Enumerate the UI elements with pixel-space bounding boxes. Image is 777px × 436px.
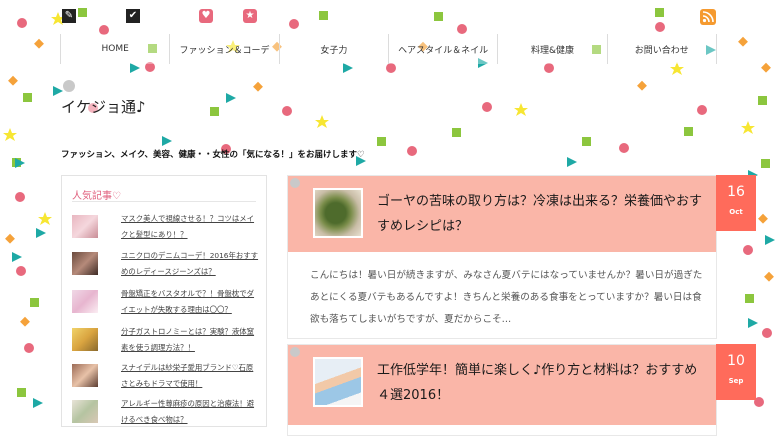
date-month: Sep [728,377,744,385]
post-date-badge: 10 Sep [716,344,756,400]
post-link[interactable]: アレルギー性蕁麻疹の原因と治療法！避けるべき食べ物は？ [121,396,259,426]
date-day: 10 [727,353,745,369]
post-date-badge: 16 Oct [716,175,756,231]
post-link[interactable]: 骨盤矯正をバスタオルで？！骨盤枕でダイエットが失敗する理由は〇〇？ [121,286,259,318]
nav-item-home[interactable]: HOME [60,34,170,64]
post-thumbnail[interactable] [313,357,363,407]
list-item[interactable]: スナイデルは紗栄子愛用ブランド♡石原さとみもドラマで使用！ [72,360,262,394]
rss-icon[interactable] [700,9,716,25]
post-title[interactable]: 工作低学年！簡単に楽しく♪作り方と材料は？おすすめ４選2016！ [377,358,707,408]
widget-title: 人気記事♡ [72,191,121,202]
post-thumbnail[interactable] [313,188,363,238]
nav-item-contact[interactable]: お問い合わせ [606,34,717,64]
post-thumbnail [72,364,98,387]
site-tagline: ファッション、メイク、美容、健康・・女性の「気になる！」をお届けします♡ [61,150,365,160]
post-excerpt: こんにちは！暑い日が続きますが、みなさん夏バテにはなっていませんか？暑い日が過ぎ… [310,270,703,325]
date-month: Oct [729,208,743,216]
list-item[interactable]: ユニクロのデニムコーデ！2016年おすすめのレディースジーンズは？ [72,248,262,282]
post-link[interactable]: ユニクロのデニムコーデ！2016年おすすめのレディースジーンズは？ [121,248,259,280]
post-thumbnail [72,328,98,351]
post-link[interactable]: マスク美人で視線させる！？コツはメイクと髪型にあり！？ [121,211,259,243]
post-card: 工作低学年！簡単に楽しく♪作り方と材料は？おすすめ４選2016！ [287,344,717,436]
post-card: ゴーヤの苦味の取り方は？冷凍は出来る？栄養価やおすすめレシピは？ こんにちは！暑… [287,175,717,339]
list-item[interactable]: 分子ガストロノミーとは？実験？液体窒素を使う調理方法？！ [72,324,262,358]
bookmark-dot [290,178,300,188]
menu-toggle-button[interactable] [63,80,75,92]
list-item[interactable]: マスク美人で視線させる！？コツはメイクと髪型にあり！？ [72,211,262,245]
post-thumbnail [72,252,98,275]
post-thumbnail [72,400,98,423]
star-icon[interactable]: ★ [243,9,257,23]
post-header[interactable]: 工作低学年！簡単に楽しく♪作り方と材料は？おすすめ４選2016！ [288,345,716,425]
nav-item-cooking-health[interactable]: 料理&健康 [497,34,607,64]
post-header[interactable]: ゴーヤの苦味の取り方は？冷凍は出来る？栄養価やおすすめレシピは？ [288,176,716,252]
checkmark-icon[interactable]: ✔ [126,9,140,23]
post-title[interactable]: ゴーヤの苦味の取り方は？冷凍は出来る？栄養価やおすすめレシピは？ [377,189,707,239]
site-title[interactable]: イケジョ通♪ [61,96,146,117]
bookmark-dot [290,347,300,357]
divider [72,201,256,202]
popular-posts-widget: 人気記事♡ マスク美人で視線させる！？コツはメイクと髪型にあり！？ ユニクロのデ… [61,175,267,427]
post-thumbnail [72,290,98,313]
list-item[interactable]: 骨盤矯正をバスタオルで？！骨盤枕でダイエットが失敗する理由は〇〇？ [72,286,262,320]
main-nav: HOME ファッション＆コーデ 女子力 ヘアスタイル＆ネイル 料理&健康 お問い… [60,34,717,64]
nav-item-fashion[interactable]: ファッション＆コーデ [169,34,279,64]
list-item[interactable]: アレルギー性蕁麻疹の原因と治療法！避けるべき食べ物は？ [72,396,262,426]
edit-icon[interactable]: ✎ [62,9,76,23]
date-day: 16 [727,184,745,200]
post-link[interactable]: 分子ガストロノミーとは？実験？液体窒素を使う調理方法？！ [121,324,259,356]
post-thumbnail [72,215,98,238]
top-icon-row: ✎ ✔ ♥ ★ [0,9,777,29]
nav-item-hair-nail[interactable]: ヘアスタイル＆ネイル [387,34,498,64]
post-link[interactable]: スナイデルは紗栄子愛用ブランド♡石原さとみもドラマで使用！ [121,360,259,392]
nav-item-joshiryoku[interactable]: 女子力 [278,34,388,64]
heart-icon[interactable]: ♥ [199,9,213,23]
